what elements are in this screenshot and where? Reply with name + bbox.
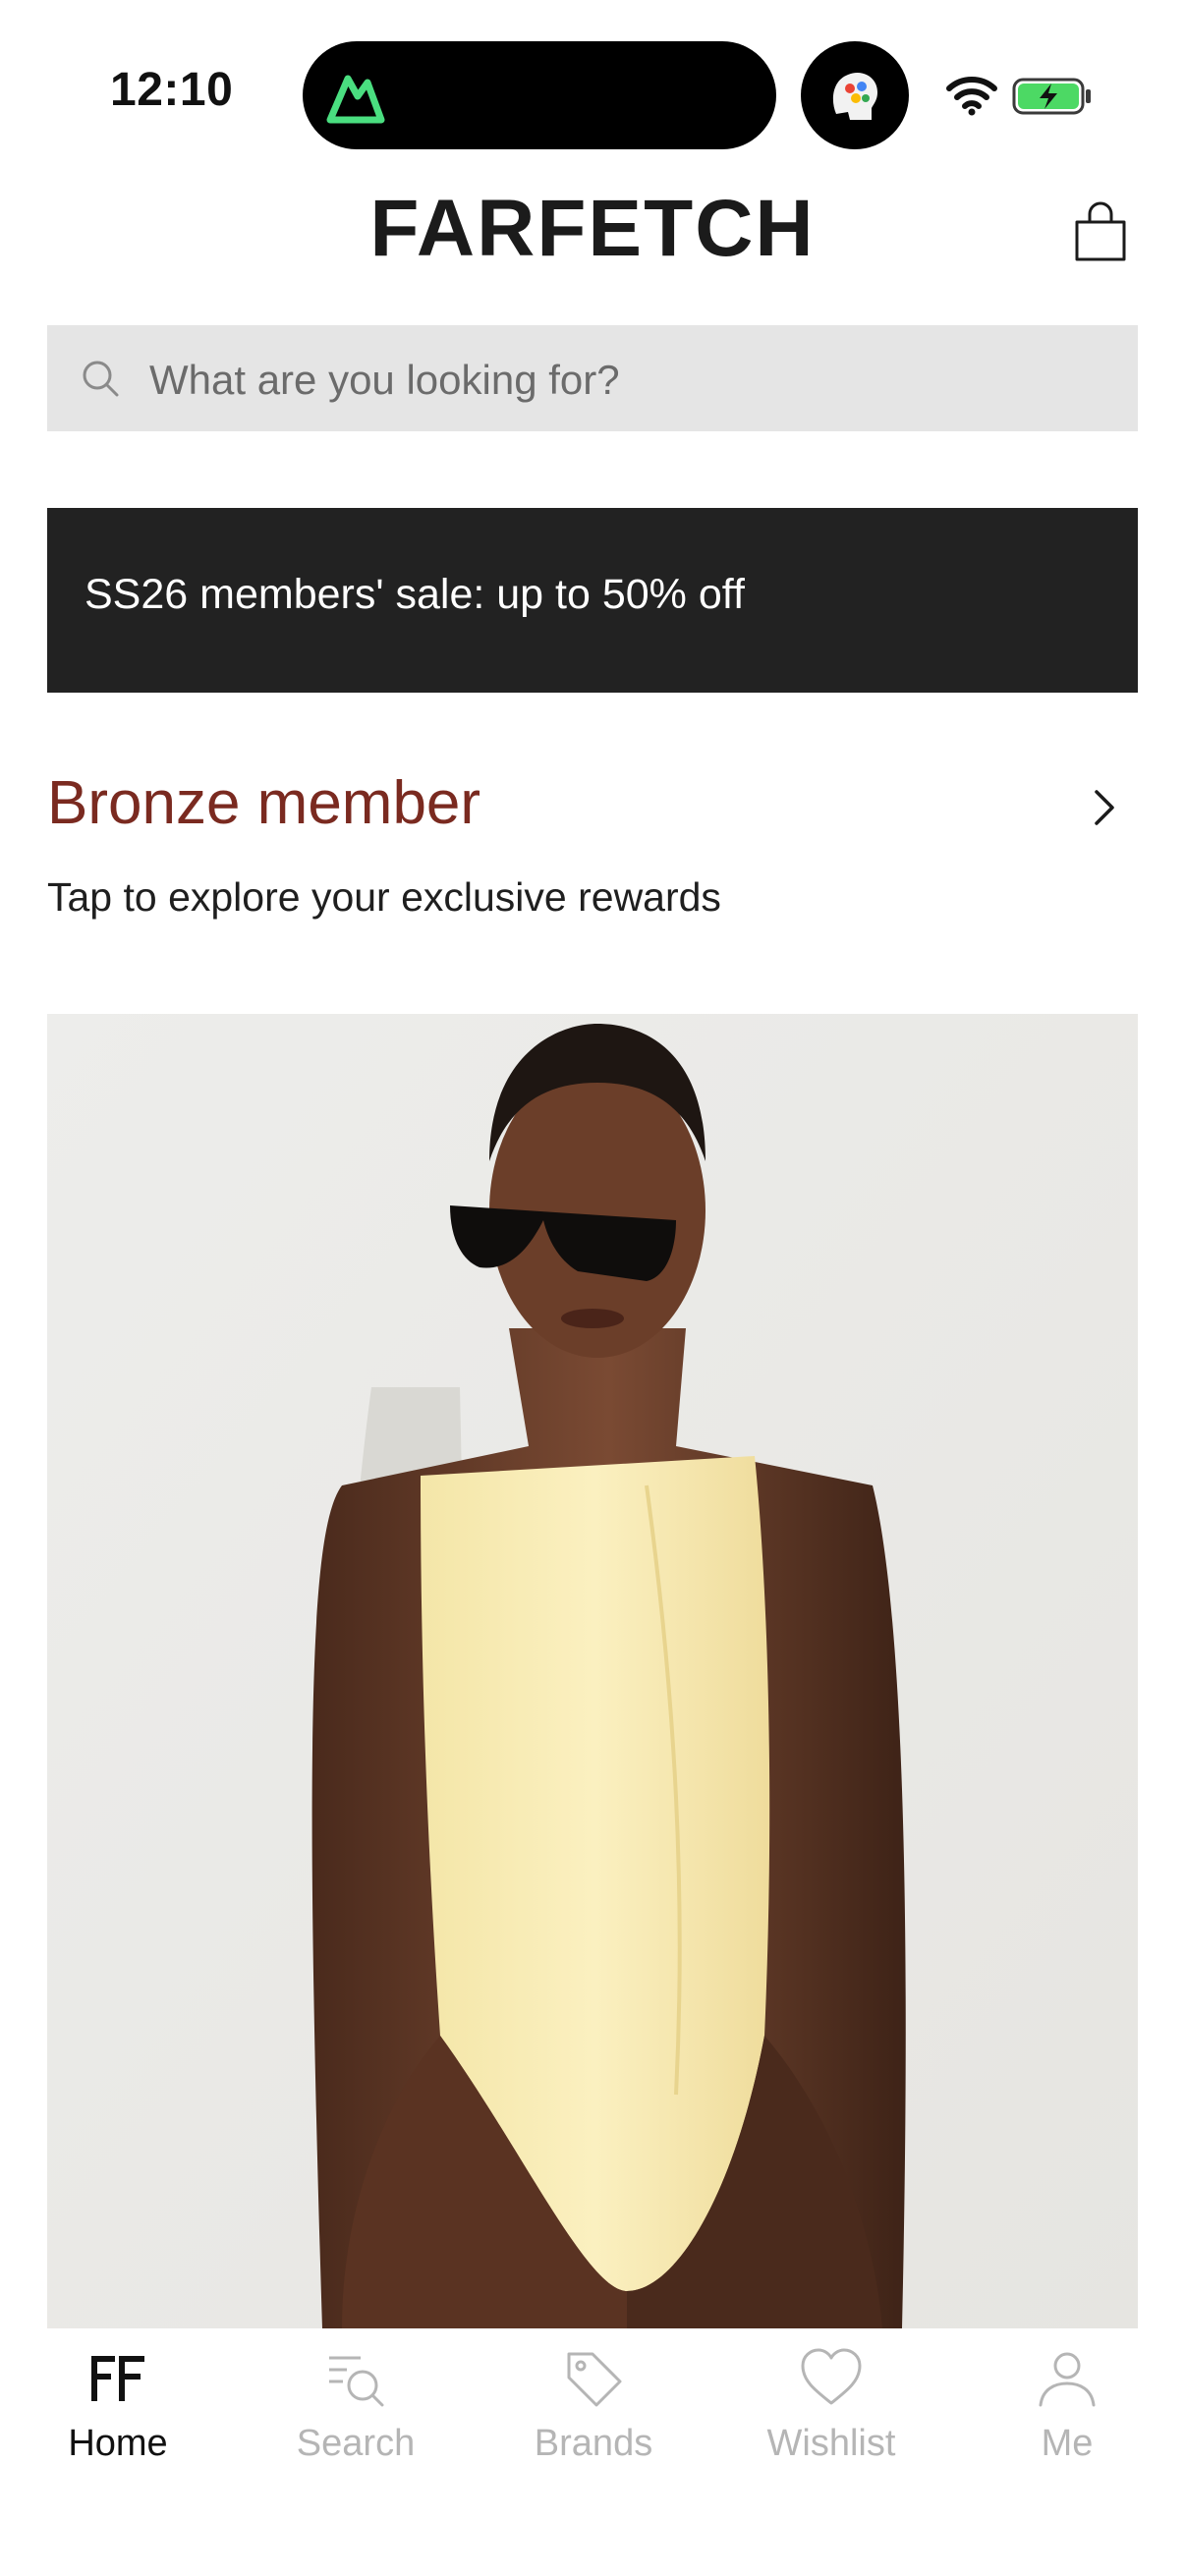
promo-banner[interactable]: SS26 members' sale: up to 50% off xyxy=(47,508,1138,693)
search-list-icon xyxy=(329,2356,384,2407)
farfetch-logo[interactable]: FARFETCH xyxy=(0,183,1185,275)
app-avatar-icon xyxy=(801,41,909,149)
battery-charging-icon xyxy=(1012,78,1091,115)
wifi-icon xyxy=(946,77,997,116)
promo-banner-text: SS26 members' sale: up to 50% off xyxy=(85,571,745,618)
search-icon xyxy=(83,361,119,397)
tab-search[interactable]: Search xyxy=(257,2346,454,2465)
search-bar[interactable]: What are you looking for? xyxy=(47,325,1138,431)
status-time: 12:10 xyxy=(110,64,234,116)
model-yellow-swimsuit-photo xyxy=(47,1014,1138,2328)
tab-wishlist[interactable]: Wishlist xyxy=(733,2346,930,2465)
tab-me-label: Me xyxy=(1041,2423,1094,2464)
membership-subtitle[interactable]: Tap to explore your exclusive rewards xyxy=(47,874,721,921)
search-input[interactable]: What are you looking for? xyxy=(149,357,620,404)
chevron-right-icon[interactable] xyxy=(1087,786,1122,829)
tab-me[interactable]: Me xyxy=(969,2346,1165,2465)
farfetch-home-icon xyxy=(91,2356,144,2401)
tab-brands-label: Brands xyxy=(534,2423,653,2464)
tab-brands[interactable]: Brands xyxy=(495,2346,692,2465)
tab-search-label: Search xyxy=(296,2423,416,2464)
hero-campaign-image[interactable] xyxy=(47,1014,1138,2328)
shopping-bag-icon[interactable] xyxy=(1069,200,1132,263)
membership-tier[interactable]: Bronze member xyxy=(47,768,480,838)
person-icon xyxy=(1039,2352,1096,2407)
tab-wishlist-label: Wishlist xyxy=(766,2423,896,2464)
tag-icon xyxy=(567,2352,622,2407)
tab-home[interactable]: Home xyxy=(20,2346,216,2465)
heart-icon xyxy=(801,2348,862,2405)
tab-home-label: Home xyxy=(68,2423,168,2464)
bottom-tab-bar: Home Search Brands Wishlist Me xyxy=(0,2328,1185,2576)
app-activity-icon xyxy=(326,75,385,124)
